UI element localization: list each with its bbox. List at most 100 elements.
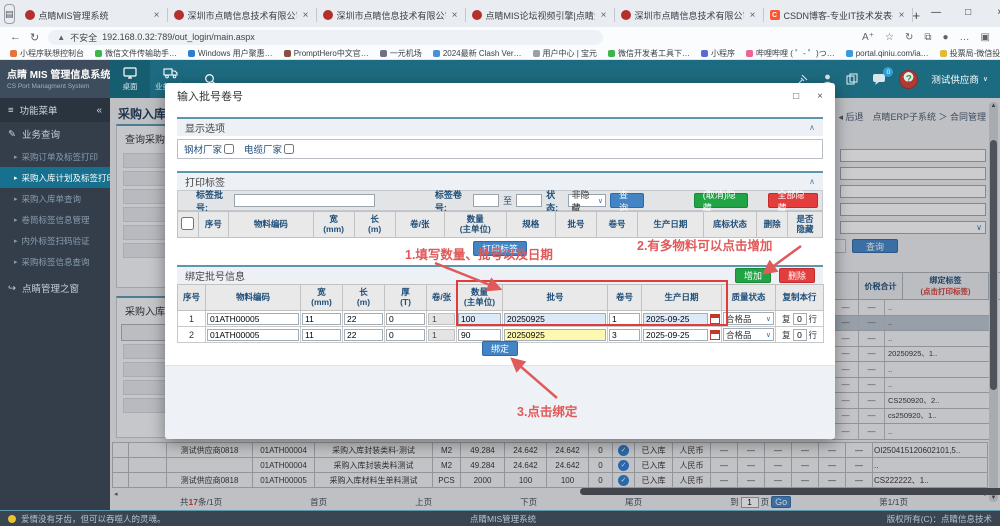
- width-input[interactable]: [302, 328, 341, 341]
- minimize-button[interactable]: —: [920, 0, 952, 24]
- chat-icon[interactable]: 0: [872, 67, 894, 85]
- section-display-options[interactable]: 显示选项 ∧: [177, 117, 823, 136]
- avatar[interactable]: ?: [899, 69, 919, 89]
- sidebar-group-business-query[interactable]: ✎ 业务查询: [0, 122, 110, 146]
- browser-tab[interactable]: C CSDN博客-专业IT技术发表平台 ×: [764, 3, 913, 27]
- refresh-icon[interactable]: ↻: [30, 31, 39, 44]
- sidebar-item[interactable]: ▸ 内外标签扫码验证: [0, 230, 110, 251]
- tab-close-icon[interactable]: ×: [748, 10, 758, 21]
- collapse-chevron-icon[interactable]: ∧: [809, 177, 815, 186]
- add-row-button[interactable]: 增加: [734, 268, 771, 283]
- sidebar-item[interactable]: ▸ 采购入库计划及标签打印: [0, 167, 110, 188]
- roll-to-input[interactable]: [516, 194, 543, 207]
- status-select[interactable]: 非隐藏 ∨: [568, 190, 606, 213]
- label-batch-input[interactable]: [234, 194, 375, 207]
- dialog-maximize-icon[interactable]: □: [793, 91, 799, 102]
- qty-input[interactable]: [458, 328, 501, 341]
- tab-search-icon[interactable]: ▤: [4, 4, 15, 24]
- maximize-button[interactable]: □: [952, 0, 984, 24]
- section-bind-batch[interactable]: 绑定批号信息 增加 删除: [177, 265, 823, 284]
- sidebar-item[interactable]: ▸ 采购入库单查询: [0, 188, 110, 209]
- bookmark-item[interactable]: 微信开发者工具下…: [608, 48, 690, 59]
- browser-action-icon[interactable]: ☆: [885, 32, 894, 43]
- bookmark-item[interactable]: 微信文件传输助手…: [95, 48, 177, 59]
- batch-input[interactable]: [504, 312, 606, 325]
- back-icon[interactable]: ←: [10, 31, 21, 43]
- browser-action-icon[interactable]: ⧉: [924, 32, 931, 43]
- browser-tab[interactable]: 深圳市点睛信息技术有限公司点睛 ×: [317, 3, 466, 27]
- cable-vendor-checkbox[interactable]: 电缆厂家: [244, 142, 295, 156]
- browser-action-icon[interactable]: ●: [943, 32, 949, 43]
- user-menu[interactable]: 测试供应商 ∨: [931, 72, 988, 86]
- width-input[interactable]: [302, 312, 341, 325]
- qty-input[interactable]: [458, 312, 501, 325]
- calendar-icon[interactable]: [710, 329, 720, 340]
- material-code-input[interactable]: [207, 328, 299, 341]
- browser-action-icon[interactable]: ▣: [981, 32, 990, 43]
- sidebar-menu-header[interactable]: ≡ 功能菜单 «: [0, 98, 110, 122]
- nav-desktop[interactable]: 桌面: [110, 60, 150, 98]
- browser-action-icon[interactable]: …: [960, 32, 970, 43]
- bookmark-item[interactable]: 哔哩哔哩 ( ゜- ゜)つ…: [746, 48, 835, 59]
- sidebar-item[interactable]: ▸ 采购订单及标签打印: [0, 146, 110, 167]
- sidebar-item-admin-window[interactable]: ↪ 点睛管理之窗: [0, 276, 110, 300]
- date-input[interactable]: [643, 328, 708, 341]
- collapse-icon[interactable]: «: [96, 105, 102, 116]
- browser-tab[interactable]: 深圳市点睛信息技术有限公司点睛 ×: [615, 3, 764, 27]
- annotation-1: 1.填写数量、批号以及日期: [405, 248, 553, 262]
- calendar-icon[interactable]: [710, 313, 720, 324]
- windows-icon[interactable]: [846, 73, 859, 85]
- quality-select[interactable]: 合格品 ∨: [723, 328, 774, 341]
- print-query-button[interactable]: 查询: [609, 190, 644, 213]
- bookmarks-overflow-icon[interactable]: ›: [989, 47, 992, 57]
- tab-close-icon[interactable]: ×: [599, 10, 609, 21]
- sidebar-item[interactable]: ▸ 卷筒标签信息管理: [0, 209, 110, 230]
- new-tab-button[interactable]: +: [913, 8, 921, 23]
- browser-tab[interactable]: 深圳市点睛信息技术有限公司点睛 ×: [168, 3, 317, 27]
- url-box[interactable]: ▲ 不安全 192.168.0.32:789/out_login/main.as…: [48, 29, 604, 45]
- bookmark-item[interactable]: portal.qiniu.com/ia…: [845, 49, 929, 58]
- close-button[interactable]: ×: [984, 0, 1000, 24]
- browser-action-icon[interactable]: A⁺: [862, 32, 874, 43]
- bookmark-item[interactable]: PromptHero中文官…: [283, 48, 369, 59]
- dialog-close-icon[interactable]: ×: [817, 91, 823, 102]
- delete-row-button[interactable]: 删除: [778, 268, 815, 283]
- roll-from-input[interactable]: [473, 194, 500, 207]
- tab-close-icon[interactable]: ×: [450, 10, 460, 21]
- browser-tab[interactable]: 点睛MIS论坛视频引擎|点睛免费… ×: [466, 3, 615, 27]
- tab-close-icon[interactable]: ×: [301, 10, 311, 21]
- steel-vendor-checkbox[interactable]: 钢材厂家: [184, 142, 235, 156]
- rollno-input[interactable]: [609, 312, 640, 325]
- browser-tab[interactable]: 点睛MIS管理系统 ×: [19, 3, 168, 27]
- tab-close-icon[interactable]: ×: [897, 10, 907, 21]
- bookmark-item[interactable]: 2024最新 Clash Ver…: [432, 48, 522, 59]
- date-input[interactable]: [643, 312, 708, 325]
- rollno-input[interactable]: [609, 328, 640, 341]
- unhide-button[interactable]: (取消)隐藏: [693, 190, 749, 213]
- copy-count-input[interactable]: [792, 328, 807, 341]
- bookmark-item[interactable]: 用户中心 | 宝元: [532, 48, 597, 59]
- tab-close-icon[interactable]: ×: [152, 10, 162, 21]
- browser-action-icon[interactable]: ↻: [905, 32, 913, 43]
- length-input[interactable]: [344, 312, 383, 325]
- bind-button[interactable]: 绑定: [481, 341, 518, 356]
- dialog-titlebar[interactable]: 输入批号卷号 □ ×: [165, 83, 835, 109]
- collapse-chevron-icon[interactable]: ∧: [809, 123, 815, 132]
- length-input[interactable]: [344, 328, 383, 341]
- material-code-input[interactable]: [207, 312, 299, 325]
- bookmark-item[interactable]: Windows 用户聚惠…: [188, 48, 273, 59]
- checkbox-icon[interactable]: [181, 216, 195, 230]
- batch-input[interactable]: [504, 328, 606, 341]
- checkbox-icon[interactable]: [284, 144, 295, 154]
- hide-all-button[interactable]: 全部隐藏: [768, 190, 818, 213]
- thickness-input[interactable]: [386, 328, 425, 341]
- sidebar-item[interactable]: ▸ 采购标签信息查询: [0, 251, 110, 272]
- checkbox-icon[interactable]: [224, 144, 235, 154]
- quality-select[interactable]: 合格品 ∨: [723, 312, 774, 325]
- bookmark-item[interactable]: 一元机场: [379, 48, 422, 59]
- thickness-input[interactable]: [386, 312, 425, 325]
- copy-count-input[interactable]: [792, 312, 807, 325]
- bookmark-item[interactable]: 小程序联想控制台: [10, 48, 84, 59]
- bookmark-item[interactable]: 小程序: [701, 48, 735, 59]
- select-all-checkbox[interactable]: [177, 211, 199, 238]
